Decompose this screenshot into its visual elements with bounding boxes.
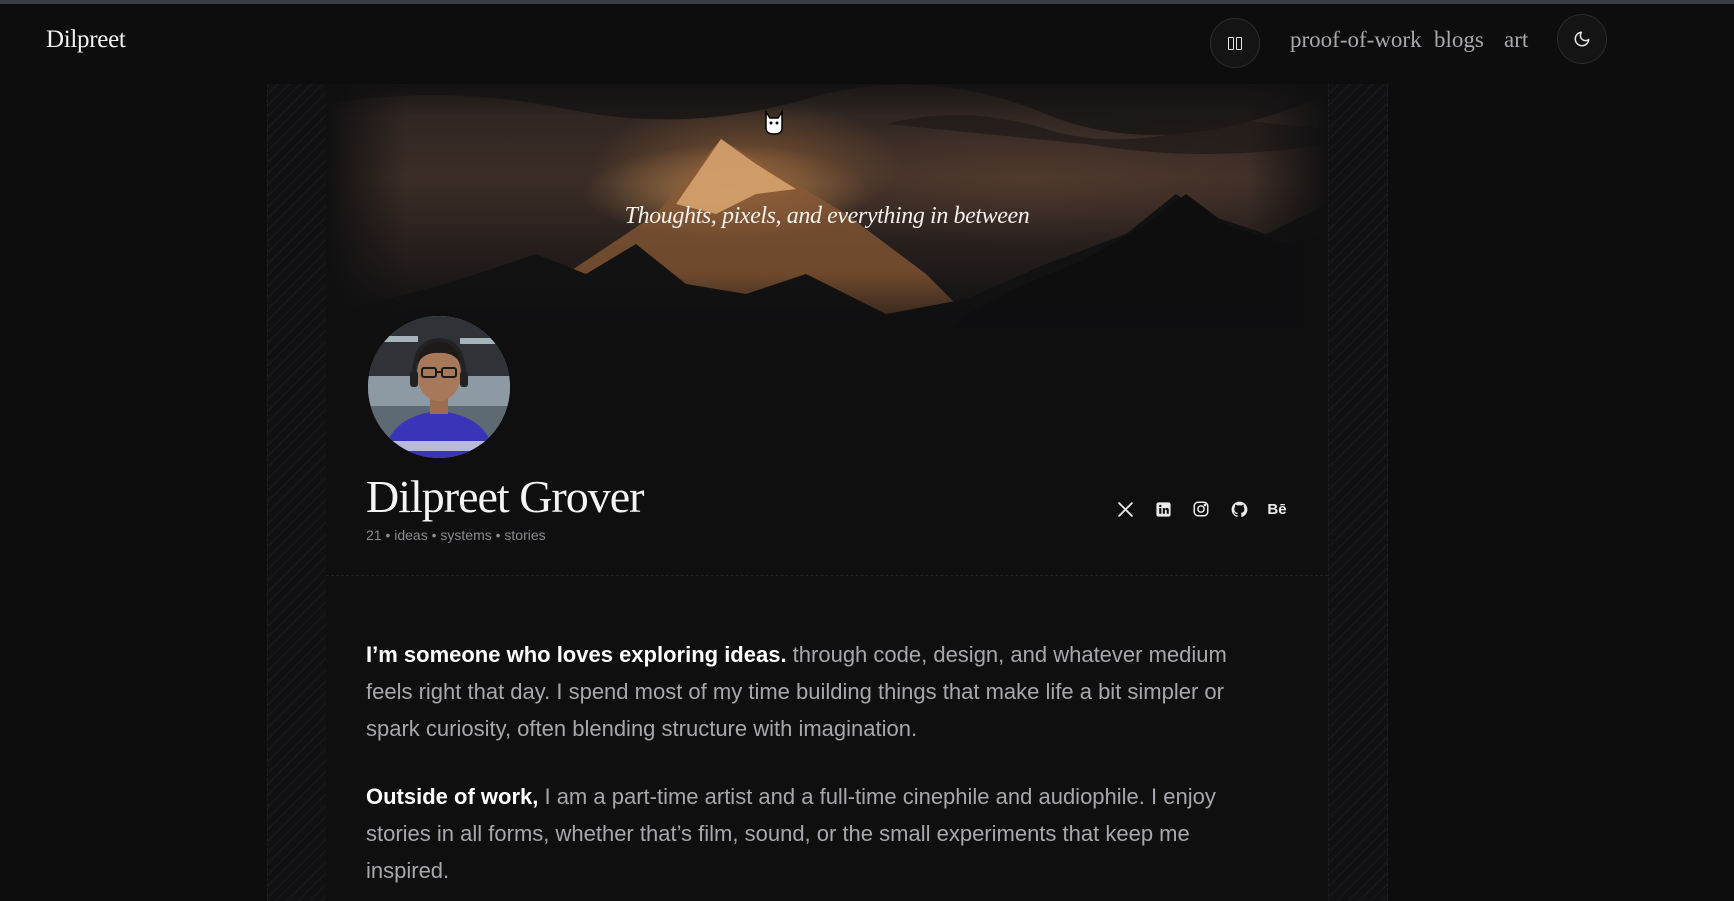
about-p1-lead: I’m someone who loves exploring ideas. [366,642,787,667]
behance-icon: Bē [1267,500,1287,518]
pause-icon [1227,36,1243,50]
music-toggle-button[interactable] [1210,18,1260,68]
linkedin-icon [1155,501,1171,517]
right-hatch-rail [1328,84,1388,901]
left-hatch-rail [267,84,327,901]
profile-tagline: 21 • ideas • systems • stories [366,527,546,543]
about-paragraph-1: I’m someone who loves exploring ideas. t… [366,636,1276,747]
section-divider [326,575,1328,576]
nav-proof-of-work[interactable]: proof-of-work [1290,27,1422,53]
hero-tagline: Thoughts, pixels, and everything in betw… [624,203,1030,229]
github-link[interactable] [1229,499,1249,519]
github-icon [1231,501,1247,517]
instagram-icon [1193,501,1209,517]
x-link[interactable] [1115,499,1135,519]
top-accent-line [0,0,1734,4]
linkedin-link[interactable] [1153,499,1173,519]
brand-logo[interactable]: Dilpreet [46,26,126,54]
behance-link[interactable]: Bē [1267,499,1287,519]
instagram-link[interactable] [1191,499,1211,519]
moon-icon [1574,31,1590,47]
nav-art[interactable]: art [1504,27,1528,53]
social-links: Bē [1115,499,1287,519]
avatar [366,314,512,460]
nav-blogs[interactable]: blogs [1434,27,1484,53]
profile-name: Dilpreet Grover [366,471,644,522]
x-icon [1117,501,1133,517]
about-paragraph-2: Outside of work, I am a part-time artist… [366,778,1276,889]
cat-cursor-icon [760,108,788,138]
about-p2-lead: Outside of work, [366,784,539,809]
theme-toggle-button[interactable] [1557,14,1607,64]
